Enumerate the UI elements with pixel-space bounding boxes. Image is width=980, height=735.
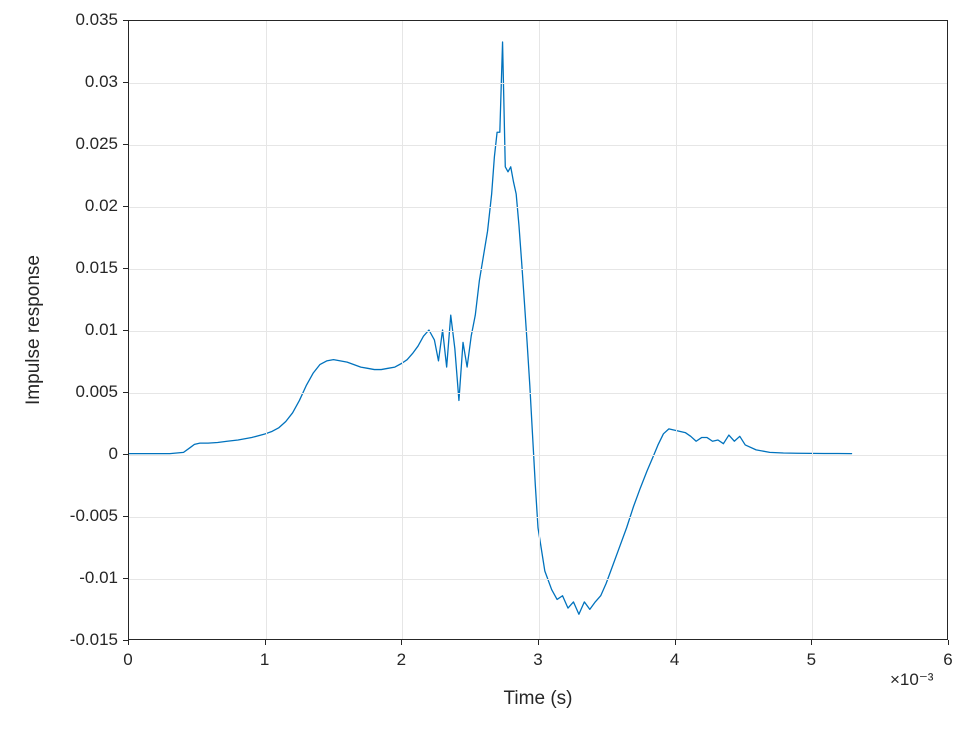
y-tick-label: 0.035 — [75, 10, 118, 30]
x-tick — [811, 640, 812, 645]
y-tick-label: 0.015 — [75, 258, 118, 278]
x-tick-label: 5 — [807, 650, 816, 670]
grid-line-vertical — [402, 21, 403, 639]
y-tick — [123, 392, 128, 393]
grid-line-horizontal — [129, 331, 947, 332]
x-tick-label: 2 — [397, 650, 406, 670]
x-axis-label: Time (s) — [504, 688, 573, 710]
y-tick-label: 0.01 — [85, 320, 118, 340]
x-tick-label: 3 — [533, 650, 542, 670]
y-tick-label: 0.02 — [85, 196, 118, 216]
grid-line-vertical — [812, 21, 813, 639]
series-svg — [129, 21, 947, 639]
y-axis-label: Impulse response — [23, 255, 45, 405]
x-tick — [538, 640, 539, 645]
grid-line-vertical — [676, 21, 677, 639]
grid-line-horizontal — [129, 393, 947, 394]
grid-line-vertical — [539, 21, 540, 639]
x-tick — [128, 640, 129, 645]
y-tick-label: -0.01 — [79, 568, 118, 588]
grid-line-horizontal — [129, 517, 947, 518]
grid-line-horizontal — [129, 207, 947, 208]
y-tick — [123, 578, 128, 579]
y-tick — [123, 20, 128, 21]
x-tick — [675, 640, 676, 645]
series-line — [129, 42, 852, 614]
y-tick — [123, 516, 128, 517]
x-tick — [401, 640, 402, 645]
x-tick — [948, 640, 949, 645]
plot-area — [128, 20, 948, 640]
y-tick — [123, 454, 128, 455]
y-tick-label: 0 — [109, 444, 118, 464]
grid-line-horizontal — [129, 579, 947, 580]
grid-line-vertical — [266, 21, 267, 639]
grid-line-horizontal — [129, 455, 947, 456]
x-tick-label: 1 — [260, 650, 269, 670]
y-tick — [123, 144, 128, 145]
x-tick-label: 4 — [670, 650, 679, 670]
grid-line-horizontal — [129, 269, 947, 270]
x-exponent-label: ×10⁻³ — [890, 670, 933, 690]
grid-line-horizontal — [129, 83, 947, 84]
y-tick — [123, 330, 128, 331]
y-tick-label: 0.03 — [85, 72, 118, 92]
x-tick — [265, 640, 266, 645]
y-tick — [123, 640, 128, 641]
y-tick-label: -0.015 — [70, 630, 118, 650]
y-tick-label: 0.005 — [75, 382, 118, 402]
figure: Time (s) Impulse response ×10⁻³ 0 1 2 3 4 5 6 -… — [0, 0, 980, 735]
y-tick — [123, 268, 128, 269]
y-tick — [123, 206, 128, 207]
grid-line-horizontal — [129, 145, 947, 146]
x-tick-label: 6 — [943, 650, 952, 670]
y-tick-label: 0.025 — [75, 134, 118, 154]
y-tick-label: -0.005 — [70, 506, 118, 526]
x-tick-label: 0 — [123, 650, 132, 670]
y-tick — [123, 82, 128, 83]
